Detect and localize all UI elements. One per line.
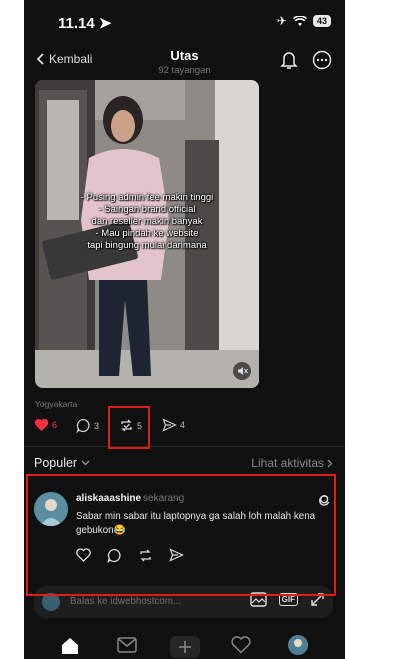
clock: 11.14 ➤ xyxy=(58,14,111,32)
status-bar: 11.14 ➤ ✈ 43 xyxy=(24,0,345,40)
comment-button[interactable]: 3 xyxy=(76,418,99,433)
video-text-overlay: - Pusing admin fee makin tinggi - Sainga… xyxy=(35,192,259,252)
airplane-icon: ✈ xyxy=(276,14,287,28)
profile-avatar-icon[interactable] xyxy=(287,634,309,656)
location-arrow-icon: ➤ xyxy=(98,15,112,32)
speaker-muted-icon xyxy=(237,367,248,375)
share-button[interactable]: 4 xyxy=(162,418,185,432)
sort-dropdown[interactable]: Populer xyxy=(34,456,90,470)
heart-icon[interactable] xyxy=(231,636,251,654)
like-button[interactable]: 6 xyxy=(34,418,57,432)
wifi-icon xyxy=(292,15,307,26)
bottom-nav xyxy=(24,628,345,659)
overlay-line: tapi bingung mulai darimana xyxy=(87,240,207,251)
home-icon[interactable] xyxy=(60,636,80,656)
view-activity-link[interactable]: Lihat aktivitas xyxy=(251,456,333,470)
speech-bubble-icon xyxy=(76,418,90,433)
post-video[interactable]: - Pusing admin fee makin tinggi - Sainga… xyxy=(35,80,259,388)
overlay-line: - Mau pindah ke website xyxy=(95,228,199,239)
reply-input[interactable]: Balas ke idwebhostcom... xyxy=(70,596,181,607)
divider xyxy=(24,446,345,447)
heart-filled-icon xyxy=(34,419,49,431)
post-actions: 6 3 5 4 xyxy=(34,416,334,436)
highlight-box-comment xyxy=(26,474,336,596)
thread-header: Kembali Utas 92 tayangan xyxy=(24,44,345,84)
share-count: 4 xyxy=(180,420,186,430)
view-activity-label: Lihat aktivitas xyxy=(251,456,324,470)
chevron-right-icon xyxy=(327,459,333,467)
battery-badge: 43 xyxy=(312,15,331,27)
bell-icon[interactable] xyxy=(280,50,298,70)
overlay-line: dan reseller makin banyak xyxy=(91,216,203,227)
like-count: 6 xyxy=(52,420,58,430)
comment-count: 3 xyxy=(94,420,100,431)
create-icon[interactable] xyxy=(170,636,200,658)
overlay-line: - Saingan brand official xyxy=(98,204,196,215)
mail-icon[interactable] xyxy=(117,636,137,654)
post-location[interactable]: Yogyakarta xyxy=(35,399,77,409)
more-options-icon[interactable] xyxy=(312,50,332,70)
mute-button[interactable] xyxy=(233,362,251,380)
chevron-down-icon xyxy=(81,460,90,466)
overlay-line: - Pusing admin fee makin tinggi xyxy=(80,192,214,203)
sort-label: Populer xyxy=(34,456,78,470)
highlight-box-repost xyxy=(108,406,150,449)
clock-text: 11.14 xyxy=(58,15,95,32)
status-icons: ✈ 43 xyxy=(277,14,331,28)
send-icon xyxy=(162,418,177,432)
